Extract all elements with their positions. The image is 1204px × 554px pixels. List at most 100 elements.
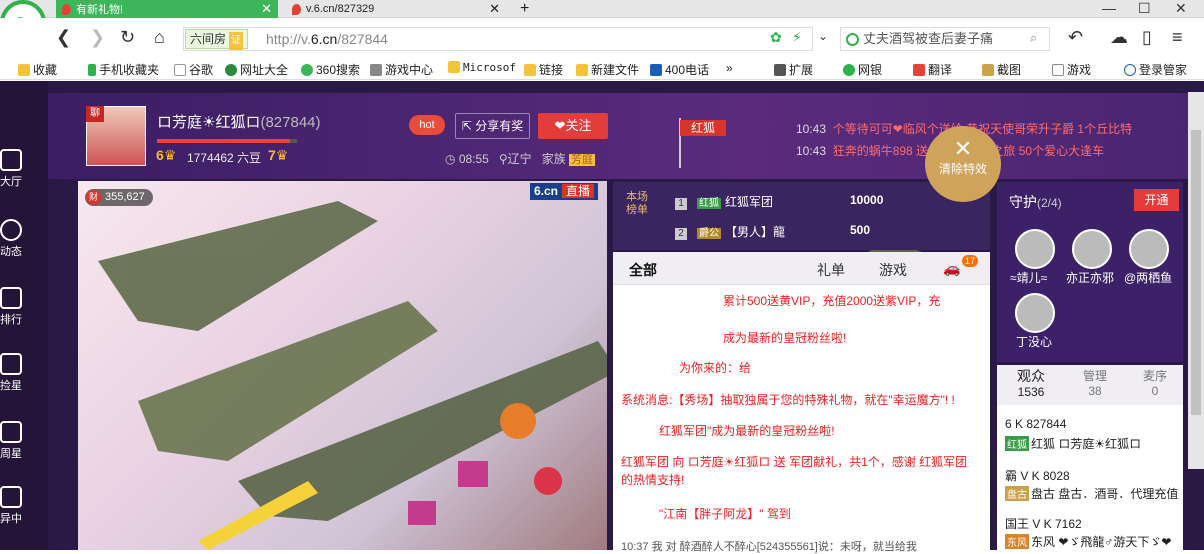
bookmarks-more-icon[interactable]: » xyxy=(726,61,733,75)
bookmark-item[interactable]: 扩展 xyxy=(774,61,813,78)
bookmark-item[interactable]: 360搜索 xyxy=(301,61,360,78)
6cn-favicon-icon xyxy=(292,3,301,15)
guard-avatar[interactable] xyxy=(1129,229,1169,269)
guard-name[interactable]: 亦正亦邪 xyxy=(1066,269,1114,286)
phone-icon[interactable]: ▯ xyxy=(1142,27,1152,48)
home-icon[interactable]: ⌂ xyxy=(154,27,165,48)
chat-message: 红狐军团"成为最新的皇冠粉丝啦! xyxy=(659,424,835,438)
maximize-icon[interactable]: ☐ xyxy=(1138,0,1151,17)
chat-message: 系统消息:【秀场】抽取独属于您的特殊礼物，就在"幸运魔方"! ! xyxy=(621,393,955,407)
translate-icon xyxy=(913,64,925,76)
forward-icon[interactable]: ❯ xyxy=(90,27,105,48)
tab-audience[interactable]: 观众 1536 xyxy=(1001,369,1061,400)
chevron-down-icon[interactable]: ⌄ xyxy=(818,29,828,43)
new-tab-button[interactable]: + xyxy=(514,0,535,18)
live-video[interactable] xyxy=(78,181,607,550)
ranking-row[interactable]: 2 爵公 【男人】龍 500 xyxy=(675,223,870,240)
nav-hall[interactable]: 大厅 xyxy=(0,149,40,189)
minimize-icon[interactable]: — xyxy=(1102,0,1116,16)
bookmark-item[interactable]: 网址大全 xyxy=(225,61,288,78)
bookmark-item[interactable]: 截图 xyxy=(982,61,1021,78)
address-bar[interactable]: 六间房证 http://v.6.cn/827844 xyxy=(183,27,813,51)
tab-gift-list[interactable]: 礼单 xyxy=(817,260,845,280)
chat-message: "江南【胖子阿龙】" 驾到 xyxy=(659,507,791,521)
close-icon: ✕ xyxy=(953,136,973,161)
bookmark-item[interactable]: 游戏中心 xyxy=(370,61,433,78)
bookmark-folder[interactable]: Microsof xyxy=(448,61,516,74)
bookmark-item[interactable]: 翻译 xyxy=(913,61,952,78)
tab-all[interactable]: 全部 xyxy=(629,260,657,280)
audience-item-name[interactable]: 红狐 红狐 ロ芳庭☀红狐ロ xyxy=(1005,435,1141,452)
chat-tabs: 全部 礼单 游戏 🚗 17 xyxy=(613,252,990,285)
nav-misc[interactable]: 异中 xyxy=(0,486,40,526)
bookmark-item[interactable]: 登录管家 xyxy=(1124,61,1187,78)
search-input[interactable]: 丈夫酒驾被查后妻子痛 xyxy=(840,27,1050,51)
share-button[interactable]: ⇱ 分享有奖 xyxy=(455,113,530,139)
tab-admin[interactable]: 管理 38 xyxy=(1065,369,1125,399)
open-guard-button[interactable]: 开通 xyxy=(1134,189,1179,211)
anchor-id: (827844) xyxy=(260,114,321,131)
page-scrollbar[interactable] xyxy=(1188,92,1204,469)
browser-tab-active[interactable]: 有新礼物! ✕ xyxy=(56,0,278,18)
liudou-count: 1774462 六豆 xyxy=(187,151,262,165)
guard-avatar[interactable] xyxy=(1072,229,1112,269)
undo-icon[interactable]: ↶ xyxy=(1068,27,1083,48)
bookmark-item[interactable]: 谷歌 xyxy=(174,61,213,78)
tab-label: 有新礼物! xyxy=(76,4,124,16)
team-flag[interactable]: 红狐 xyxy=(680,120,726,136)
bookmark-folder[interactable]: 新建文件 xyxy=(576,61,639,78)
guard-name[interactable]: 丁没心 xyxy=(1016,333,1052,350)
bookmark-item[interactable]: 400电话 xyxy=(650,61,709,78)
bookmark-item[interactable]: 游戏 xyxy=(1052,61,1091,78)
family-badge[interactable]: 芳庭 xyxy=(569,154,596,166)
tab-game[interactable]: 游戏 xyxy=(879,260,907,280)
url-text[interactable]: http://v.6.cn/827844 xyxy=(266,31,388,47)
folder-icon xyxy=(524,64,536,76)
ranking-row[interactable]: 1 红狐 红狐军团 10000 xyxy=(675,193,883,210)
car-icon[interactable]: 🚗 xyxy=(943,260,960,277)
cloud-icon[interactable]: ☁ xyxy=(1110,27,1128,48)
audience-item[interactable]: 霸 V K 8028 xyxy=(1005,467,1070,484)
search-icon[interactable]: ⌕ xyxy=(1030,30,1037,46)
bookmark-item[interactable]: 网银 xyxy=(843,61,882,78)
gift-icon xyxy=(0,421,22,443)
audience-item[interactable]: 6 K 827844 xyxy=(1005,417,1066,431)
site-icon xyxy=(225,64,237,76)
back-icon[interactable]: ❮ xyxy=(56,27,71,48)
audience-item-name[interactable]: 东风 东风 ❤ゞ飛龍♂游天下ゞ❤ xyxy=(1005,533,1171,550)
close-tab-icon[interactable]: ✕ xyxy=(261,1,272,17)
bookmark-item[interactable]: 收藏 xyxy=(18,61,57,78)
hot-badge: hot xyxy=(409,115,445,135)
anchor-name[interactable]: ロ芳庭☀红狐ロ(827844) xyxy=(157,111,321,132)
nav-rank[interactable]: 排行 xyxy=(0,287,40,327)
guard-name[interactable]: @两栖鱼 xyxy=(1124,269,1172,286)
close-window-icon[interactable]: ✕ xyxy=(1175,0,1187,17)
scrollbar-thumb[interactable] xyxy=(1191,130,1201,415)
browser-nav-bar: ❮ ❯ ↻ ⌂ 六间房证 http://v.6.cn/827844 ✿ ⚡ ⌄ … xyxy=(0,18,1204,58)
nav-weekly-star[interactable]: 周星 xyxy=(0,421,40,461)
site-badge[interactable]: 六间房证 xyxy=(185,29,249,50)
audience-item-name[interactable]: 盘古 盘古 盘古．酒哥．代理充值 xyxy=(1005,485,1178,502)
bookmark-item[interactable]: 手机收藏夹 xyxy=(88,61,159,78)
follow-button[interactable]: ❤关注 xyxy=(538,113,608,139)
audience-item[interactable]: 国王 V K 7162 xyxy=(1005,515,1082,532)
guard-avatar[interactable] xyxy=(1015,293,1055,333)
tab-mic-queue[interactable]: 麦序 0 xyxy=(1125,369,1185,399)
refresh-icon[interactable]: ↻ xyxy=(120,27,135,48)
close-tab-icon[interactable]: ✕ xyxy=(489,1,500,17)
nav-star[interactable]: 捡星 xyxy=(0,353,40,393)
nav-dynamic[interactable]: 动态 xyxy=(0,219,40,259)
menu-icon[interactable]: ≡ xyxy=(1172,27,1183,48)
guard-avatar[interactable] xyxy=(1015,229,1055,269)
security-icon[interactable]: ✿ xyxy=(770,29,782,46)
bookmark-folder[interactable]: 链接 xyxy=(524,61,563,78)
anchor-level-left: 6♛ xyxy=(156,147,177,163)
ranking-panel xyxy=(613,182,990,250)
clear-effects-button[interactable]: ✕ 清除特效 xyxy=(925,126,1001,202)
guard-name[interactable]: ≈靖儿≈ xyxy=(1010,269,1047,286)
speed-icon[interactable]: ⚡ xyxy=(792,29,802,46)
ranking-title[interactable]: 本场榜单 xyxy=(626,191,656,217)
browser-tab-bar: 有新礼物! ✕ v.6.cn/827329 ✕ + — ☐ ✕ xyxy=(0,0,1204,18)
browser-tab[interactable]: v.6.cn/827329 ✕ xyxy=(286,0,506,18)
chat-message: 累计500送黄VIP，充值2000送紫VIP，充 xyxy=(723,294,941,308)
